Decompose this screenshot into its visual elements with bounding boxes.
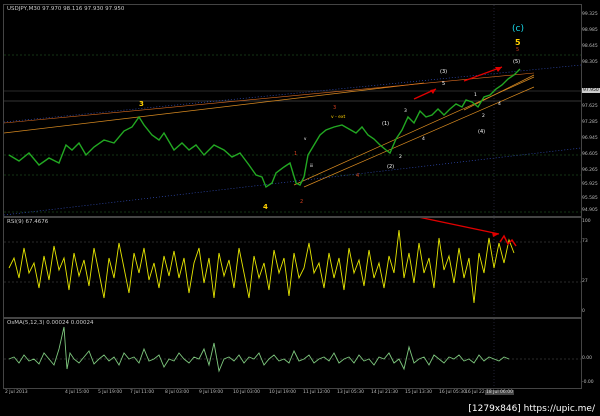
price-y-axis: 99.325 98.985 98.645 98.305 97.950 97.62… [580, 4, 600, 215]
rsi-pane-label: RSI(9) 67.4676 [7, 219, 49, 225]
time-cursor-tag: 18 Jul 06:00 [485, 390, 514, 395]
y-tick: 96.945 [582, 136, 598, 141]
x-tick: 14 Jul 21:30 [371, 390, 398, 395]
wave-label-1-red: 1 [294, 151, 297, 157]
y-tick: -0.00 [582, 380, 594, 385]
wave-label-3-small: 3 [404, 108, 407, 114]
x-tick: 10 Jul 19:00 [269, 390, 296, 395]
osma-series [8, 326, 510, 373]
x-tick: 13 Jul 05:30 [337, 390, 364, 395]
x-tick: 4 Jul 15:00 [65, 390, 90, 395]
x-tick: 10 Jul 03:00 [233, 390, 260, 395]
rsi-series [8, 229, 515, 304]
x-tick: 7 Jul 11:00 [130, 390, 155, 395]
y-tick: 97.625 [582, 104, 598, 109]
trend-line-blue-lower [4, 147, 581, 216]
wave-label-2-small-b: 2 [482, 113, 485, 119]
y-tick: 96.265 [582, 168, 598, 173]
watermark-link[interactable]: [1279x846] https://upic.me/ [465, 403, 598, 415]
y-tick: 0 [582, 309, 585, 314]
wave-label-4-small: 4 [422, 136, 425, 142]
y-tick: 98.645 [582, 44, 598, 49]
y-tick: 100 [582, 219, 591, 224]
y-tick: 94.905 [582, 208, 598, 213]
wave-label-v-ext: v - ext [331, 114, 346, 120]
y-tick: 98.985 [582, 28, 598, 33]
x-tick: 11 Jul 12:00 [303, 390, 330, 395]
wave-label-4-paren: (4) [478, 129, 485, 135]
x-tick: 15 Jul 13:30 [405, 390, 432, 395]
channel-line-upper [4, 82, 425, 134]
rsi-peak-marker [499, 234, 517, 247]
price-chart-pane[interactable]: (c) 5 5 (5) 3 4 (3) 5 (1) (2) (4) v - ex… [3, 4, 582, 217]
wave-label-4-primary: 4 [263, 203, 268, 211]
x-tick: 16 Jul 05:30 [439, 390, 466, 395]
y-tick: 73 [582, 239, 588, 244]
price-pane-label: USDJPY,M30 97.970 98.116 97.930 97.950 [7, 6, 125, 12]
y-tick: 98.305 [582, 60, 598, 65]
rsi-canvas[interactable] [4, 218, 581, 317]
rsi-divergence-arrow [419, 218, 500, 237]
y-tick: 95.925 [582, 182, 598, 187]
x-tick: 9 Jul 19:00 [199, 390, 224, 395]
osma-pane-label: OsMA(5,12,3) 0.00024 0.00024 [7, 320, 94, 326]
y-tick: 97.285 [582, 120, 598, 125]
x-tick: 5 Jul 19:00 [98, 390, 123, 395]
osma-indicator-pane[interactable]: OsMA(5,12,3) 0.00024 0.00024 [3, 318, 582, 389]
y-tick: 27 [582, 279, 588, 284]
wave-label-2-small: 2 [399, 154, 402, 160]
y-tick: 95.585 [582, 196, 598, 201]
wave-label-iii: iii [310, 163, 313, 168]
x-tick: 2 Jul 2013 [5, 390, 28, 395]
wave-label-3-red: 3 [333, 105, 336, 111]
time-axis: 2 Jul 2013 4 Jul 15:00 5 Jul 19:00 7 Jul… [3, 389, 580, 397]
wave-label-1-paren: (1) [382, 121, 389, 127]
y-tick: 96.605 [582, 152, 598, 157]
annotation-arrow-2 [463, 66, 503, 82]
rsi-y-axis: 100 73 27 0 [580, 217, 600, 316]
osma-y-axis: 0.00 -0.00 [580, 318, 600, 387]
wave-label-v: v [304, 136, 307, 141]
y-tick: 0.00 [582, 356, 593, 361]
wave-label-4-red: 4 [356, 173, 359, 179]
rsi-indicator-pane[interactable]: RSI(9) 67.4676 [3, 217, 582, 318]
x-tick: 8 Jul 03:00 [165, 390, 190, 395]
price-chart-canvas[interactable]: (c) 5 5 (5) 3 4 (3) 5 (1) (2) (4) v - ex… [4, 5, 581, 216]
osma-canvas[interactable] [4, 319, 581, 388]
wave-label-3-paren: (3) [440, 69, 447, 75]
wave-label-2-paren: (2) [387, 164, 394, 170]
current-price-tag: 97.950 [582, 88, 600, 93]
wave-label-5-red-top: 5 [516, 47, 519, 53]
wave-label-5-paren: (5) [513, 59, 520, 65]
wave-label-4-small-b: 4 [498, 101, 501, 107]
wave-label-5-white: 5 [442, 81, 445, 87]
annotation-arrow-1 [413, 88, 437, 100]
trend-line-blue-upper [4, 64, 581, 123]
wave-label-1-small: 1 [474, 92, 477, 98]
y-tick: 99.325 [582, 12, 598, 17]
channel-line-upper-2 [4, 72, 535, 124]
wave-label-3-primary: 3 [139, 100, 144, 108]
wave-label-2-red: 2 [300, 199, 303, 205]
wave-label-c: (c) [512, 24, 524, 34]
wave-label-5-primary: 5 [515, 38, 521, 47]
